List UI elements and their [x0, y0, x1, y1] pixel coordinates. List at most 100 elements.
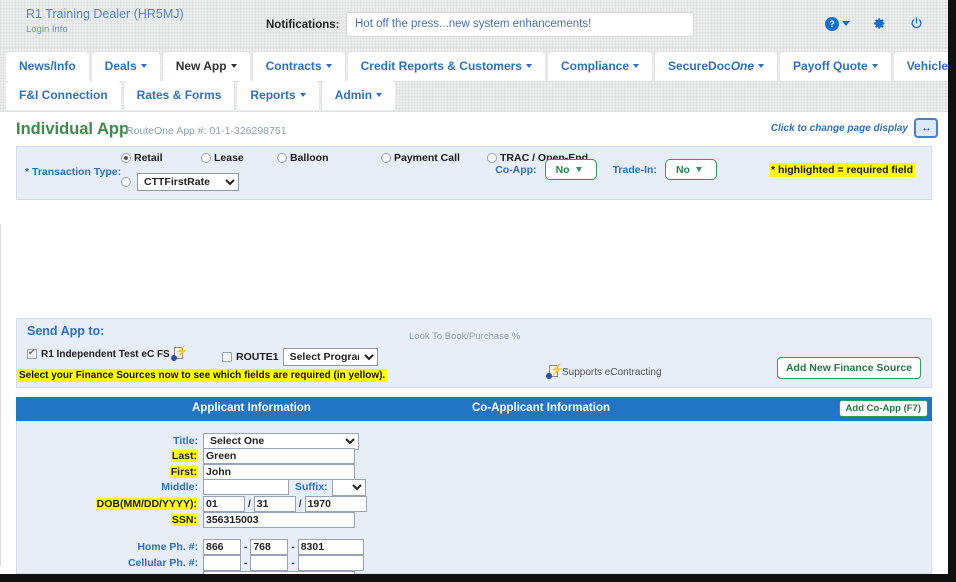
help-icon: ? — [825, 16, 839, 31]
nav-tab-admin[interactable]: Admin — [321, 81, 396, 110]
radio-lease[interactable]: Lease — [201, 152, 277, 164]
add-coapp-button[interactable]: Add Co-App (F7) — [838, 400, 928, 417]
tradein-select[interactable]: No — [664, 159, 717, 180]
power-icon — [911, 17, 922, 29]
cell-phone-line-input[interactable] — [297, 555, 364, 571]
program-radio-row: CTTFirstRate — [121, 173, 239, 191]
add-new-finance-source-button[interactable]: Add New Finance Source — [776, 357, 921, 379]
login-info-link[interactable]: Login Info — [26, 24, 68, 35]
radio-label: Retail — [134, 152, 163, 164]
program-select[interactable]: CTTFirstRate — [137, 173, 239, 191]
nav-row-secondary: F&I Connection Rates & Forms Reports Adm… — [6, 81, 398, 110]
content-left-border — [0, 224, 1, 566]
nav-tab-reports[interactable]: Reports — [237, 81, 319, 110]
ssn-label: SSN: — [170, 514, 198, 526]
nav-tab-compliance[interactable]: Compliance — [547, 52, 652, 81]
nav-tab-rates-forms[interactable]: Rates & Forms — [123, 81, 235, 110]
look-to-book-label: Look To Book/Purchase % — [409, 331, 521, 342]
first-name-label: First: — [169, 466, 198, 478]
coapp-select[interactable]: No — [544, 159, 597, 180]
radio-dot-icon — [121, 153, 131, 163]
nav-tab-securedocone[interactable]: SecureDocOne — [655, 52, 778, 81]
route1-row: ROUTE1 Select Program — [222, 348, 378, 366]
radio-retail[interactable]: Retail — [121, 152, 201, 164]
nav-tab-label: F&I Connection — [19, 88, 108, 102]
home-phone-line-input[interactable] — [297, 539, 364, 555]
last-name-input[interactable] — [203, 448, 355, 464]
chevron-down-icon — [376, 93, 383, 97]
nav-tab-news-info[interactable]: News/Info — [6, 52, 89, 81]
dob-month-input[interactable] — [203, 496, 245, 512]
nav-tab-label: Deals — [104, 59, 137, 73]
nav-tab-label: News/Info — [19, 59, 76, 73]
notification-message[interactable]: Hot off the press...new system enhanceme… — [346, 12, 694, 37]
radio-balloon[interactable]: Balloon — [277, 152, 381, 164]
transaction-type-label: * Transaction Type: — [25, 166, 122, 178]
route1-program-select[interactable]: Select Program — [282, 348, 378, 366]
title-label: Title: — [173, 435, 198, 447]
page-content: Individual App RouteOne App #: 01-1-3262… — [0, 112, 948, 574]
home-phone-area-input[interactable] — [203, 539, 241, 555]
nav-tab-deals[interactable]: Deals — [91, 52, 160, 81]
app-window: R1 Training Dealer (HR5MJ) Login Info No… — [0, 0, 956, 582]
nav-tab-contracts[interactable]: Contracts — [252, 52, 345, 81]
chevron-down-icon — [140, 64, 147, 68]
suffix-select[interactable] — [331, 478, 366, 496]
chevron-down-icon — [325, 64, 332, 68]
page-title: Individual App — [16, 120, 130, 138]
ssn-input[interactable] — [203, 512, 355, 528]
left-right-arrows-icon: ↔ — [921, 121, 932, 134]
phone-separator: - — [291, 557, 295, 569]
help-menu-button[interactable]: ? — [825, 16, 850, 31]
nav-tab-new-app[interactable]: New App — [162, 52, 250, 81]
page-display-toggle-button[interactable]: ↔ — [914, 118, 938, 138]
radio-label: Balloon — [290, 152, 329, 164]
logout-button[interactable] — [909, 16, 924, 31]
phone-separator: - — [244, 557, 248, 569]
nav-tab-label: SecureDocOne — [668, 59, 755, 73]
supports-econtracting-label: Supports eContracting — [562, 366, 662, 378]
dealer-name: R1 Training Dealer (HR5MJ) — [26, 7, 184, 21]
chevron-down-icon — [633, 64, 639, 68]
title-select[interactable]: Select One — [203, 432, 359, 450]
home-phone-prefix-input[interactable] — [250, 539, 289, 555]
tradein-select-value: No — [675, 163, 690, 176]
chevron-down-icon — [871, 64, 878, 68]
middle-name-input[interactable] — [203, 479, 289, 495]
settings-button[interactable] — [872, 16, 887, 31]
window-right-edge — [948, 0, 956, 582]
transaction-type-panel: * Transaction Type: Retail Lease Balloon… — [16, 146, 932, 200]
radio-label: Payment Call — [394, 152, 460, 164]
radio-payment-call[interactable]: Payment Call — [381, 152, 487, 164]
field-row-title: Title: Select One — [17, 432, 359, 450]
nav-tab-label: New App — [175, 59, 227, 73]
nav-tab-credit-reports-customers[interactable]: Credit Reports & Customers — [347, 52, 545, 81]
chevron-down-icon — [575, 167, 582, 172]
finance-source-checkbox[interactable] — [27, 347, 37, 359]
top-header: R1 Training Dealer (HR5MJ) Login Info No… — [0, 0, 948, 48]
cell-phone-prefix-input[interactable] — [250, 555, 289, 571]
send-app-panel: Send App to: Look To Book/Purchase % R1 … — [16, 318, 932, 388]
finance-source-hint: Select your Finance Sources now to see w… — [17, 369, 388, 382]
econtracting-icon: ⚡ — [546, 365, 564, 379]
dob-day-input[interactable] — [253, 496, 296, 512]
change-page-display-label[interactable]: Click to change page display — [771, 123, 908, 134]
nav-tab-vehicle-values[interactable]: Vehicle Values — [893, 52, 956, 81]
radio-dot-icon[interactable] — [121, 177, 131, 187]
window-bottom-edge — [0, 574, 956, 582]
last-name-label: Last: — [170, 450, 198, 462]
nav-tab-fi-connection[interactable]: F&I Connection — [6, 81, 121, 110]
cell-phone-area-input[interactable] — [203, 555, 241, 571]
route1-checkbox[interactable] — [222, 352, 232, 362]
phone-separator: - — [244, 541, 248, 553]
nav-tab-payoff-quote[interactable]: Payoff Quote — [780, 52, 891, 81]
nav-tab-label: Admin — [334, 88, 373, 102]
gear-icon — [874, 18, 885, 29]
home-phone-label: Home Ph. #: — [137, 541, 198, 553]
dob-year-input[interactable] — [304, 496, 367, 512]
chevron-down-icon — [525, 64, 532, 68]
radio-dot-icon — [277, 153, 287, 163]
field-row-cell-phone: Cellular Ph. #: - - — [17, 555, 364, 571]
radio-dot-icon — [201, 153, 211, 163]
tradein-label: Trade-In: — [612, 163, 657, 176]
